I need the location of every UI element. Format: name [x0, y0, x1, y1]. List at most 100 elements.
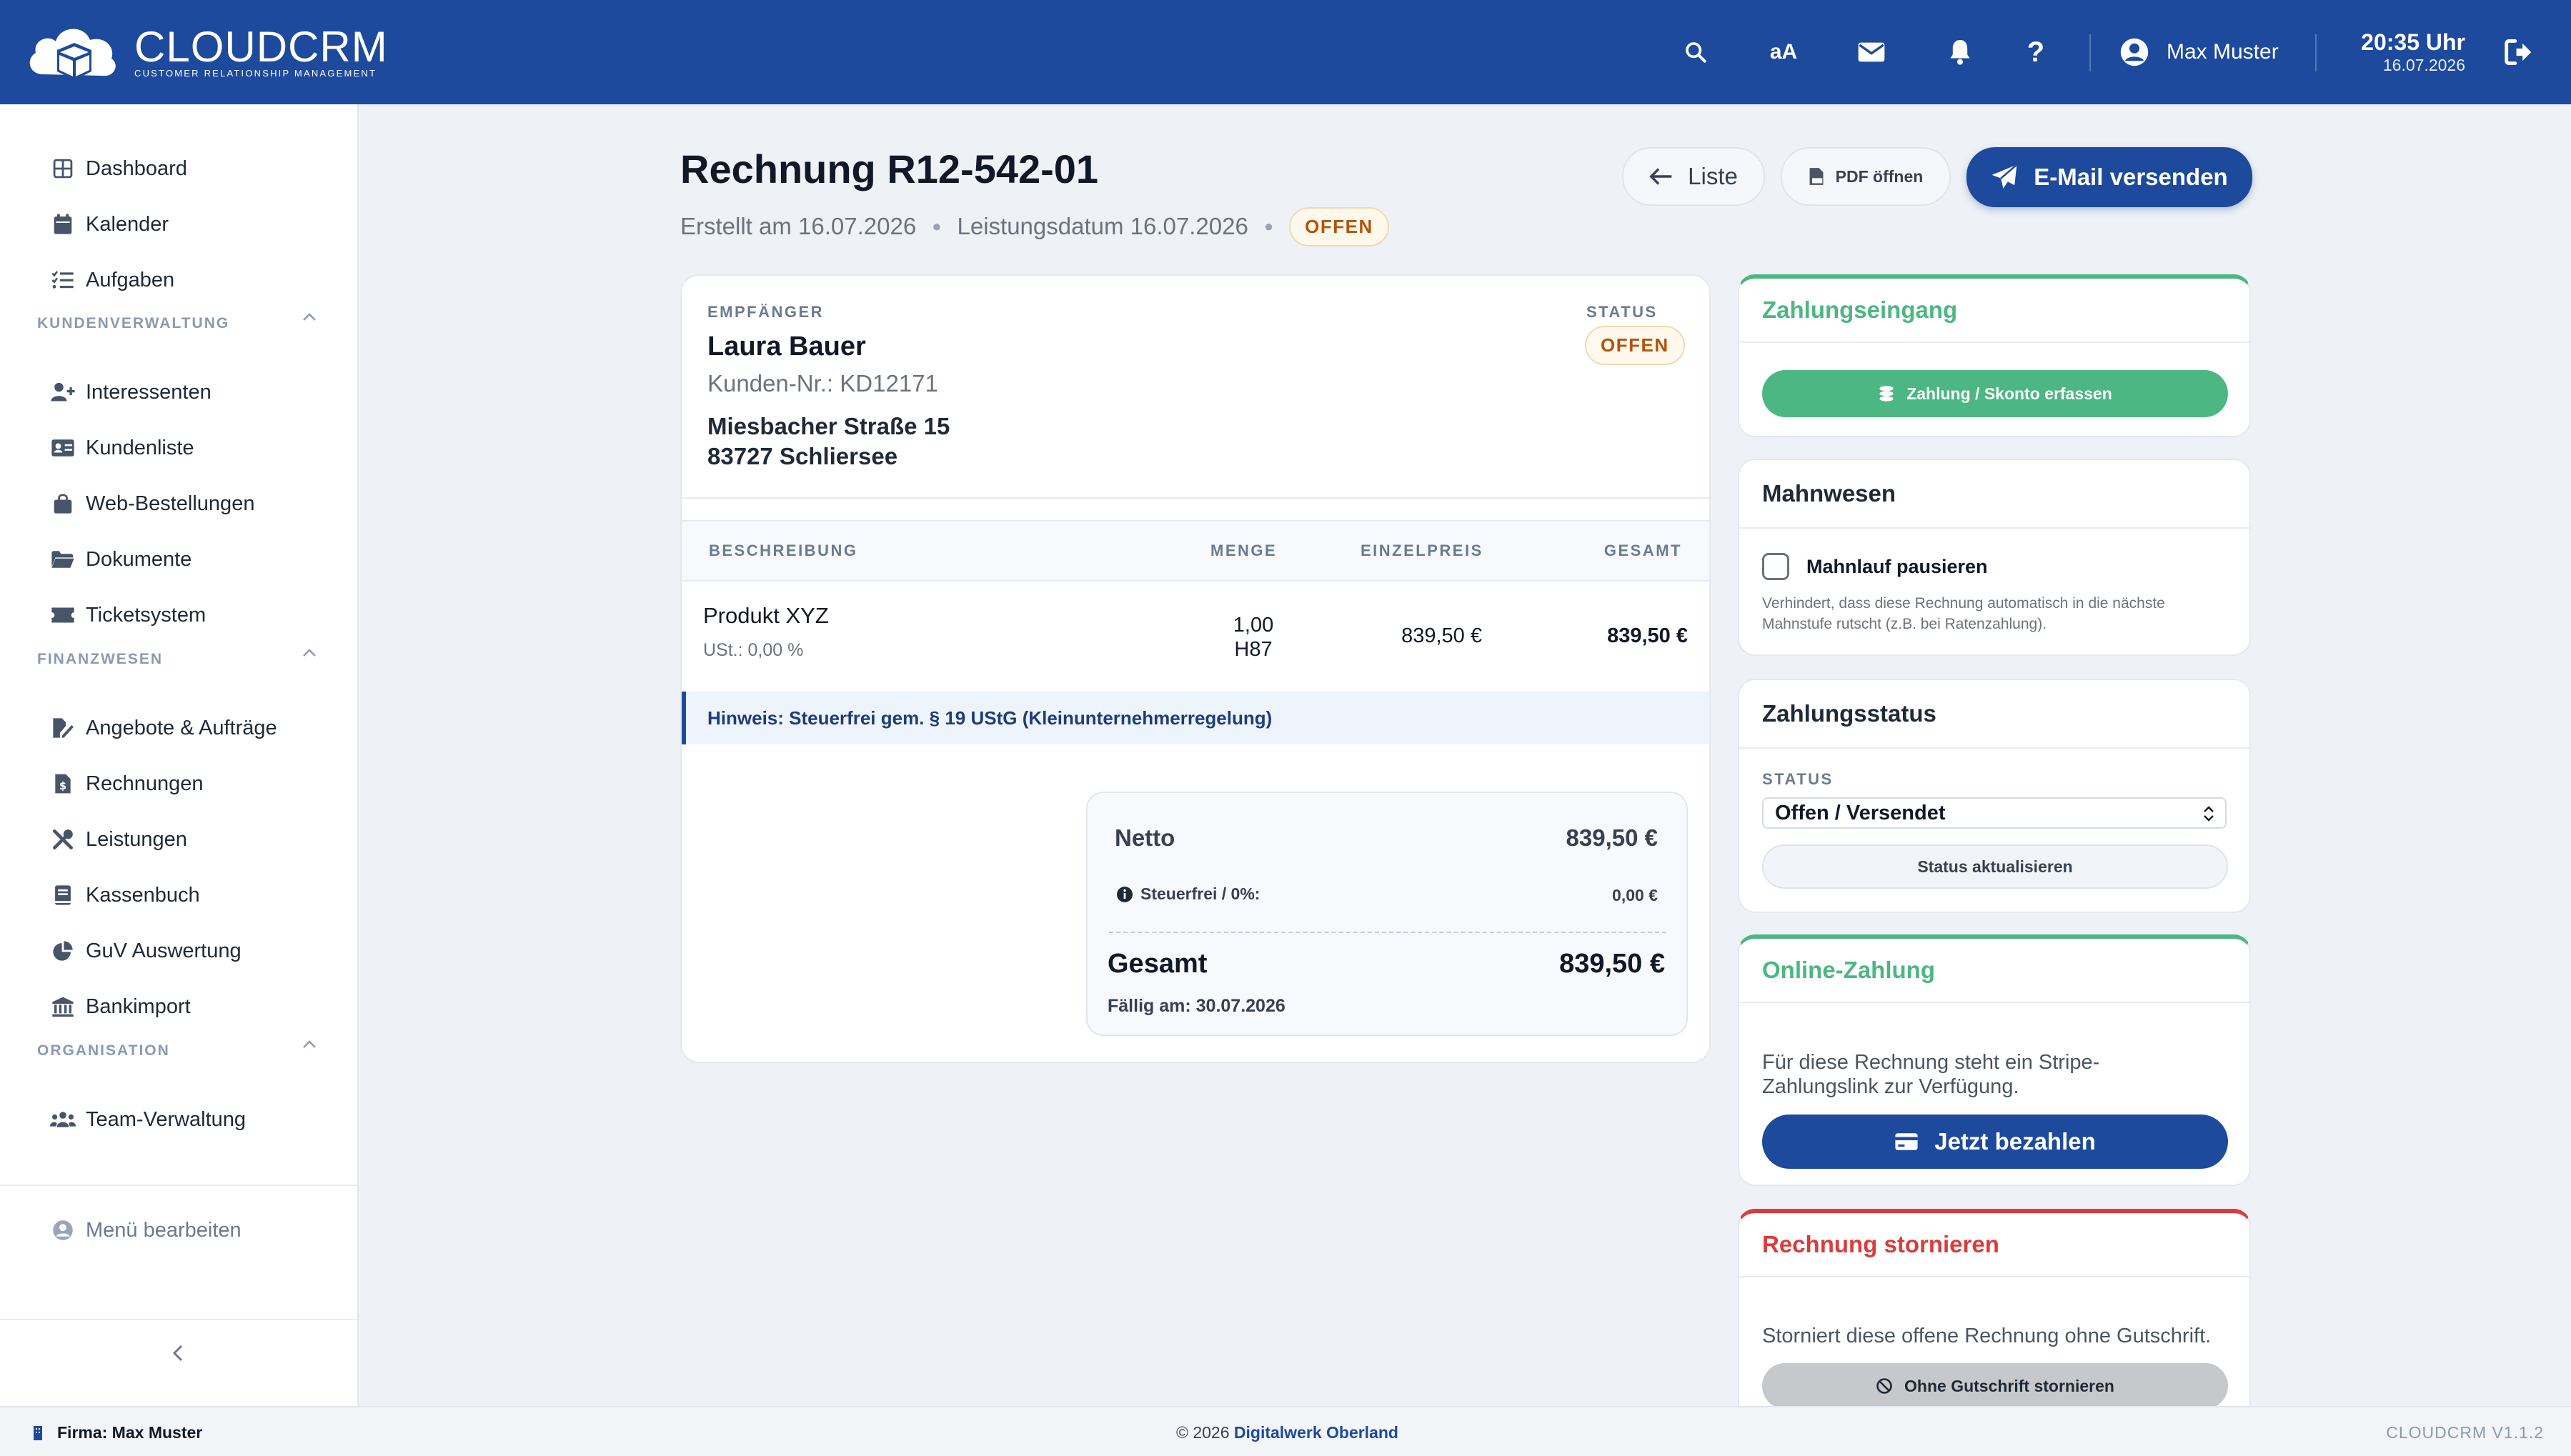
- folder-icon: [50, 548, 76, 571]
- total-value: 839,50 €: [1559, 949, 1665, 979]
- sidebar-item-team[interactable]: Team-Verwaltung: [0, 1098, 357, 1141]
- sidebar-item-ticketsystem[interactable]: Ticketsystem: [0, 594, 357, 637]
- sidebar-item-interessenten[interactable]: Interessenten: [0, 371, 357, 414]
- edit-menu-button[interactable]: Menü bearbeiten: [0, 1209, 357, 1252]
- coins-icon: [1879, 386, 1894, 402]
- payment-panel: Zahlungseingang Zahlung / Skonto erfasse…: [1738, 274, 2251, 437]
- search-icon[interactable]: [1679, 36, 1712, 69]
- dunning-help-text: Verhindert, dass diese Rechnung automati…: [1762, 595, 2165, 632]
- bell-icon[interactable]: [1944, 36, 1976, 69]
- section-title-kundenverwaltung: KUNDENVERWALTUNG: [37, 315, 230, 331]
- net-value: 839,50 €: [1566, 824, 1658, 851]
- sidebar-item-bankimport[interactable]: Bankimport: [0, 985, 357, 1028]
- pause-dunning-row[interactable]: Mahnlauf pausieren: [1762, 553, 1988, 580]
- invoice-card: EMPFÄNGER Laura Bauer Kunden-Nr.: KD1217…: [680, 274, 1711, 1063]
- sidebar-item-leistungen[interactable]: Leistungen: [0, 818, 357, 861]
- sidebar-item-label: Web-Bestellungen: [86, 492, 255, 515]
- users-icon: [50, 1108, 76, 1131]
- item-unit-price: 839,50 €: [1401, 624, 1482, 647]
- cancel-invoice-button[interactable]: Ohne Gutschrift stornieren: [1762, 1363, 2228, 1409]
- record-payment-button[interactable]: Zahlung / Skonto erfassen: [1762, 370, 2228, 417]
- logo-name: CLOUDCRM: [134, 23, 388, 71]
- page-title: Rechnung R12-542-01: [680, 146, 1099, 191]
- item-description: Produkt XYZ: [703, 603, 829, 628]
- company-name: Firma: Max Muster: [57, 1423, 203, 1442]
- dashed-divider: [1109, 932, 1666, 933]
- sidebar-item-label: Leistungen: [86, 827, 187, 851]
- cancel-invoice-panel: Rechnung stornieren Storniert diese offe…: [1738, 1209, 2251, 1423]
- sidebar-item-dashboard[interactable]: Dashboard: [0, 147, 357, 190]
- item-total: 839,50 €: [1607, 624, 1688, 647]
- dashboard-icon: [50, 157, 76, 180]
- recipient-name: Laura Bauer: [707, 331, 866, 361]
- chevron-up-icon[interactable]: [302, 311, 317, 326]
- open-pdf-button[interactable]: PDF öffnen: [1781, 147, 1951, 206]
- pdf-button-label: PDF öffnen: [1835, 166, 1924, 186]
- footer: Firma: Max Muster © 2026 Digitalwerk Obe…: [0, 1406, 2571, 1456]
- record-payment-label: Zahlung / Skonto erfassen: [1906, 384, 2112, 403]
- dunning-panel: Mahnwesen Mahnlauf pausieren Verhindert,…: [1738, 459, 2251, 656]
- online-payment-text: Für diese Rechnung steht ein Stripe-Zahl…: [1762, 1051, 2100, 1098]
- net-label: Netto: [1115, 824, 1175, 851]
- sidebar-item-rechnungen[interactable]: $ Rechnungen: [0, 762, 357, 805]
- status-badge: OFFEN: [1585, 326, 1685, 365]
- cancel-text: Storniert diese offene Rechnung ohne Gut…: [1762, 1325, 2212, 1347]
- send-email-button[interactable]: E-Mail versenden: [1966, 147, 2252, 207]
- sidebar-item-label: Kundenliste: [86, 436, 194, 459]
- copyright-text: © 2026: [1176, 1423, 1230, 1442]
- ticket-icon: [50, 604, 76, 627]
- panel-title: Rechnung stornieren: [1739, 1213, 2249, 1277]
- sidebar-item-label: Dashboard: [86, 156, 187, 180]
- book-icon: [50, 884, 76, 907]
- user-menu[interactable]: Max Muster: [2119, 36, 2279, 69]
- sidebar-item-label: Team-Verwaltung: [86, 1107, 247, 1131]
- pause-dunning-checkbox[interactable]: [1762, 553, 1789, 580]
- sidebar-item-dokumente[interactable]: Dokumente: [0, 538, 357, 581]
- sidebar-item-tasks[interactable]: Aufgaben: [0, 259, 357, 301]
- chevron-up-icon[interactable]: [302, 1039, 317, 1054]
- shopping-bag-icon: [50, 492, 76, 515]
- sidebar-item-kassenbuch[interactable]: Kassenbuch: [0, 874, 357, 917]
- section-title-finanzwesen: FINANZWESEN: [37, 651, 163, 667]
- user-circle-icon: [50, 1219, 76, 1242]
- company-link[interactable]: Digitalwerk Oberland: [1234, 1423, 1398, 1442]
- update-status-button[interactable]: Status aktualisieren: [1762, 844, 2228, 889]
- cloud-box-logo-icon: [29, 29, 116, 80]
- chevron-up-icon[interactable]: [302, 647, 317, 662]
- sidebar-item-kundenliste[interactable]: Kundenliste: [0, 427, 357, 469]
- online-payment-panel: Online-Zahlung Für diese Rechnung steht …: [1738, 934, 2251, 1186]
- user-plus-icon: [50, 381, 76, 404]
- user-name: Max Muster: [2167, 40, 2279, 64]
- service-date: Leistungsdatum 16.07.2026: [957, 213, 1248, 239]
- column-header: MENGE: [1210, 542, 1278, 559]
- logout-icon[interactable]: [2502, 36, 2535, 69]
- invoice-meta: Erstellt am 16.07.2026 ● Leistungsdatum …: [680, 206, 1389, 246]
- logo-subtitle: CUSTOMER RELATIONSHIP MANAGEMENT: [134, 68, 377, 79]
- dot-separator: ●: [1263, 217, 1274, 235]
- sidebar-item-label: GuV Auswertung: [86, 939, 242, 962]
- sidebar-item-web-bestellungen[interactable]: Web-Bestellungen: [0, 482, 357, 525]
- back-to-list-button[interactable]: Liste: [1622, 147, 1765, 206]
- company-info: Firma: Max Muster: [33, 1423, 202, 1442]
- clock-time: 20:35 Uhr: [2361, 29, 2465, 55]
- sidebar-item-angebote[interactable]: Angebote & Aufträge: [0, 707, 357, 749]
- pay-now-button[interactable]: Jetzt bezahlen: [1762, 1115, 2228, 1169]
- status-select[interactable]: Offen / Versendet: [1762, 797, 2227, 829]
- sidebar-item-calendar[interactable]: Kalender: [0, 203, 357, 246]
- mail-icon[interactable]: [1855, 36, 1888, 69]
- font-size-icon[interactable]: aA: [1762, 36, 1805, 69]
- logo[interactable]: CLOUDCRM CUSTOMER RELATIONSHIP MANAGEMEN…: [24, 19, 388, 87]
- sidebar: Dashboard Kalender Aufgaben KUNDENVERWAL…: [0, 104, 359, 1406]
- user-circle-icon: [2120, 38, 2149, 66]
- divider: [0, 1185, 357, 1186]
- cancel-button-label: Ohne Gutschrift stornieren: [1904, 1376, 2114, 1395]
- help-icon[interactable]: ?: [2019, 36, 2052, 69]
- tax-label: Steuerfrei / 0%:: [1140, 884, 1260, 903]
- payment-status-panel: Zahlungsstatus STATUS Offen / Versendet …: [1738, 679, 2251, 913]
- clock-date: 16.07.2026: [2382, 56, 2465, 74]
- collapse-sidebar-icon[interactable]: [166, 1340, 192, 1366]
- sidebar-item-guv[interactable]: GuV Auswertung: [0, 929, 357, 972]
- clock: 20:35 Uhr 16.07.2026: [2355, 29, 2465, 74]
- sidebar-item-label: Angebote & Aufträge: [86, 716, 277, 739]
- calendar-icon: [50, 213, 76, 236]
